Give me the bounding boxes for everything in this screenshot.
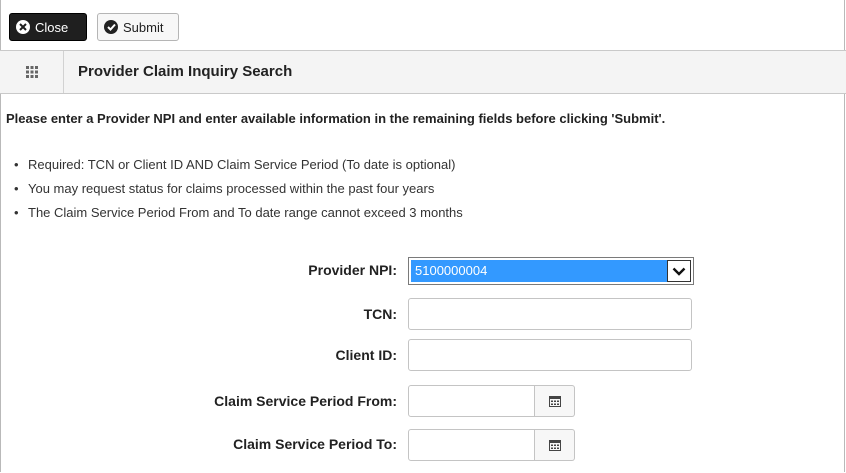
list-item-text: You may request status for claims proces… <box>28 181 435 196</box>
calendar-icon <box>548 396 561 407</box>
service-from-calendar-button[interactable] <box>535 385 575 417</box>
list-item: • Required: TCN or Client ID AND Claim Se… <box>14 157 456 172</box>
client-id-input[interactable] <box>408 339 692 371</box>
list-item: • You may request status for claims proce… <box>14 181 435 196</box>
list-item: • The Claim Service Period From and To da… <box>14 205 463 220</box>
service-from-input[interactable] <box>408 385 535 417</box>
service-to-input[interactable] <box>408 429 535 461</box>
client-id-label: Client ID: <box>335 347 397 363</box>
tcn-input[interactable] <box>408 298 692 330</box>
service-to-calendar-button[interactable] <box>535 429 575 461</box>
grid-icon[interactable] <box>26 66 38 78</box>
close-icon <box>16 20 30 34</box>
service-from-label: Claim Service Period From: <box>214 393 397 409</box>
check-icon <box>104 20 118 34</box>
provider-npi-label: Provider NPI: <box>308 262 397 278</box>
chevron-down-icon[interactable] <box>667 260 691 282</box>
submit-button[interactable]: Submit <box>97 13 179 41</box>
provider-npi-select[interactable]: 5100000004 <box>408 257 694 285</box>
close-button[interactable]: Close <box>9 13 87 41</box>
header-divider <box>63 51 64 93</box>
calendar-icon <box>548 440 561 451</box>
submit-button-label: Submit <box>123 19 164 35</box>
tcn-label: TCN: <box>363 306 397 322</box>
page-title: Provider Claim Inquiry Search <box>78 63 293 80</box>
panel-header: Provider Claim Inquiry Search <box>0 50 846 94</box>
close-button-label: Close <box>35 19 69 35</box>
list-item-text: Required: TCN or Client ID AND Claim Ser… <box>28 157 456 172</box>
requirements-list: • Required: TCN or Client ID AND Claim Se… <box>14 153 463 225</box>
instruction-text: Please enter a Provider NPI and enter av… <box>6 111 666 126</box>
provider-npi-value: 5100000004 <box>411 260 667 282</box>
list-item-text: The Claim Service Period From and To dat… <box>28 205 463 220</box>
toolbar: Close Submit <box>0 0 846 48</box>
service-to-label: Claim Service Period To: <box>233 436 397 452</box>
